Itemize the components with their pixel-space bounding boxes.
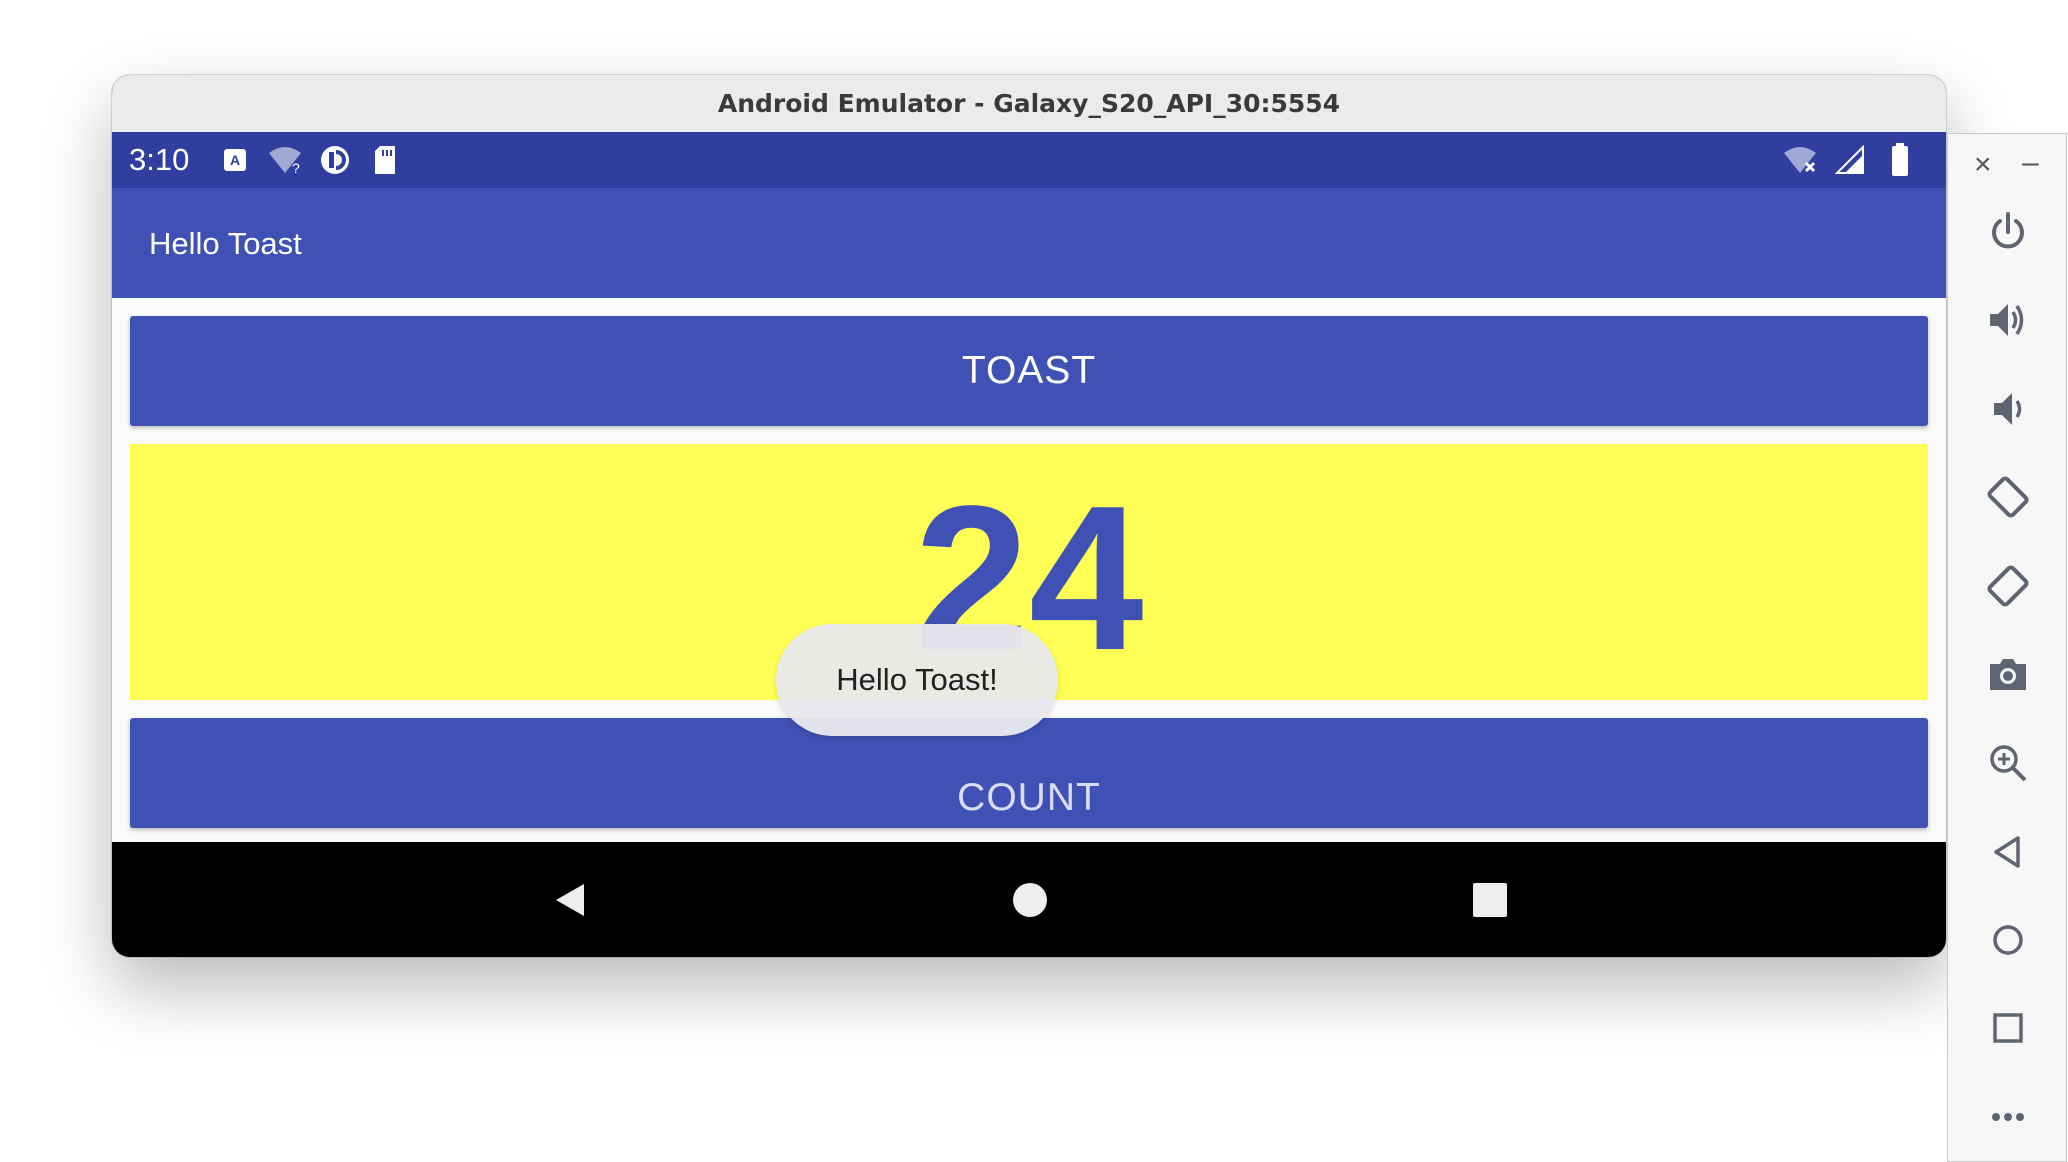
power-icon[interactable] — [1978, 202, 2038, 262]
svg-text:A: A — [230, 152, 240, 168]
status-time: 3:10 — [129, 142, 190, 177]
minimize-icon[interactable]: – — [2022, 146, 2039, 180]
emulator-side-toolbar: × – — [1947, 133, 2067, 1162]
toast-text: Hello Toast! — [836, 662, 998, 697]
battery-icon — [1882, 142, 1918, 178]
toast-button-label: TOAST — [961, 349, 1097, 392]
app-bar: Hello Toast — [112, 188, 1946, 298]
toast-button[interactable]: TOAST — [130, 316, 1928, 426]
sd-card-icon — [367, 142, 403, 178]
back-icon[interactable] — [1978, 822, 2038, 882]
count-button[interactable]: COUNT — [130, 718, 1928, 828]
rotate-right-icon[interactable] — [1978, 556, 2038, 616]
window-title-bar[interactable]: Android Emulator - Galaxy_S20_API_30:555… — [112, 75, 1946, 133]
cellular-signal-icon — [1832, 142, 1868, 178]
navigation-bar — [112, 842, 1946, 957]
nav-home-icon[interactable] — [1010, 880, 1050, 925]
volume-up-icon[interactable] — [1978, 290, 2038, 350]
wifi-unknown-icon: ? — [267, 142, 303, 178]
emulator-window: Android Emulator - Galaxy_S20_API_30:555… — [112, 75, 1946, 957]
volume-down-icon[interactable] — [1978, 379, 2038, 439]
main-content: TOAST 24 COUNT — [112, 298, 1946, 842]
nav-back-icon[interactable] — [550, 880, 590, 925]
home-icon[interactable] — [1978, 910, 2038, 970]
more-icon[interactable] — [1978, 1087, 2038, 1147]
nav-overview-icon[interactable] — [1470, 880, 1510, 925]
status-bar: 3:10 A ? — [112, 132, 1946, 188]
close-icon[interactable]: × — [1974, 148, 1992, 182]
window-title: Android Emulator - Galaxy_S20_API_30:555… — [717, 89, 1341, 118]
overview-icon[interactable] — [1978, 998, 2038, 1058]
wifi-off-icon — [1782, 142, 1818, 178]
rotate-left-icon[interactable] — [1978, 467, 2038, 527]
camera-icon[interactable] — [1978, 644, 2038, 704]
count-button-label: COUNT — [957, 776, 1101, 819]
zoom-icon[interactable] — [1978, 733, 2038, 793]
svg-text:?: ? — [292, 160, 300, 175]
accessibility-notification-icon: A — [217, 142, 253, 178]
app-title: Hello Toast — [149, 226, 302, 261]
toast-message: Hello Toast! — [776, 624, 1058, 736]
data-saver-icon — [317, 142, 353, 178]
device-screen: 3:10 A ? Hello Toast TOAST 24 COUNT — [112, 132, 1946, 957]
